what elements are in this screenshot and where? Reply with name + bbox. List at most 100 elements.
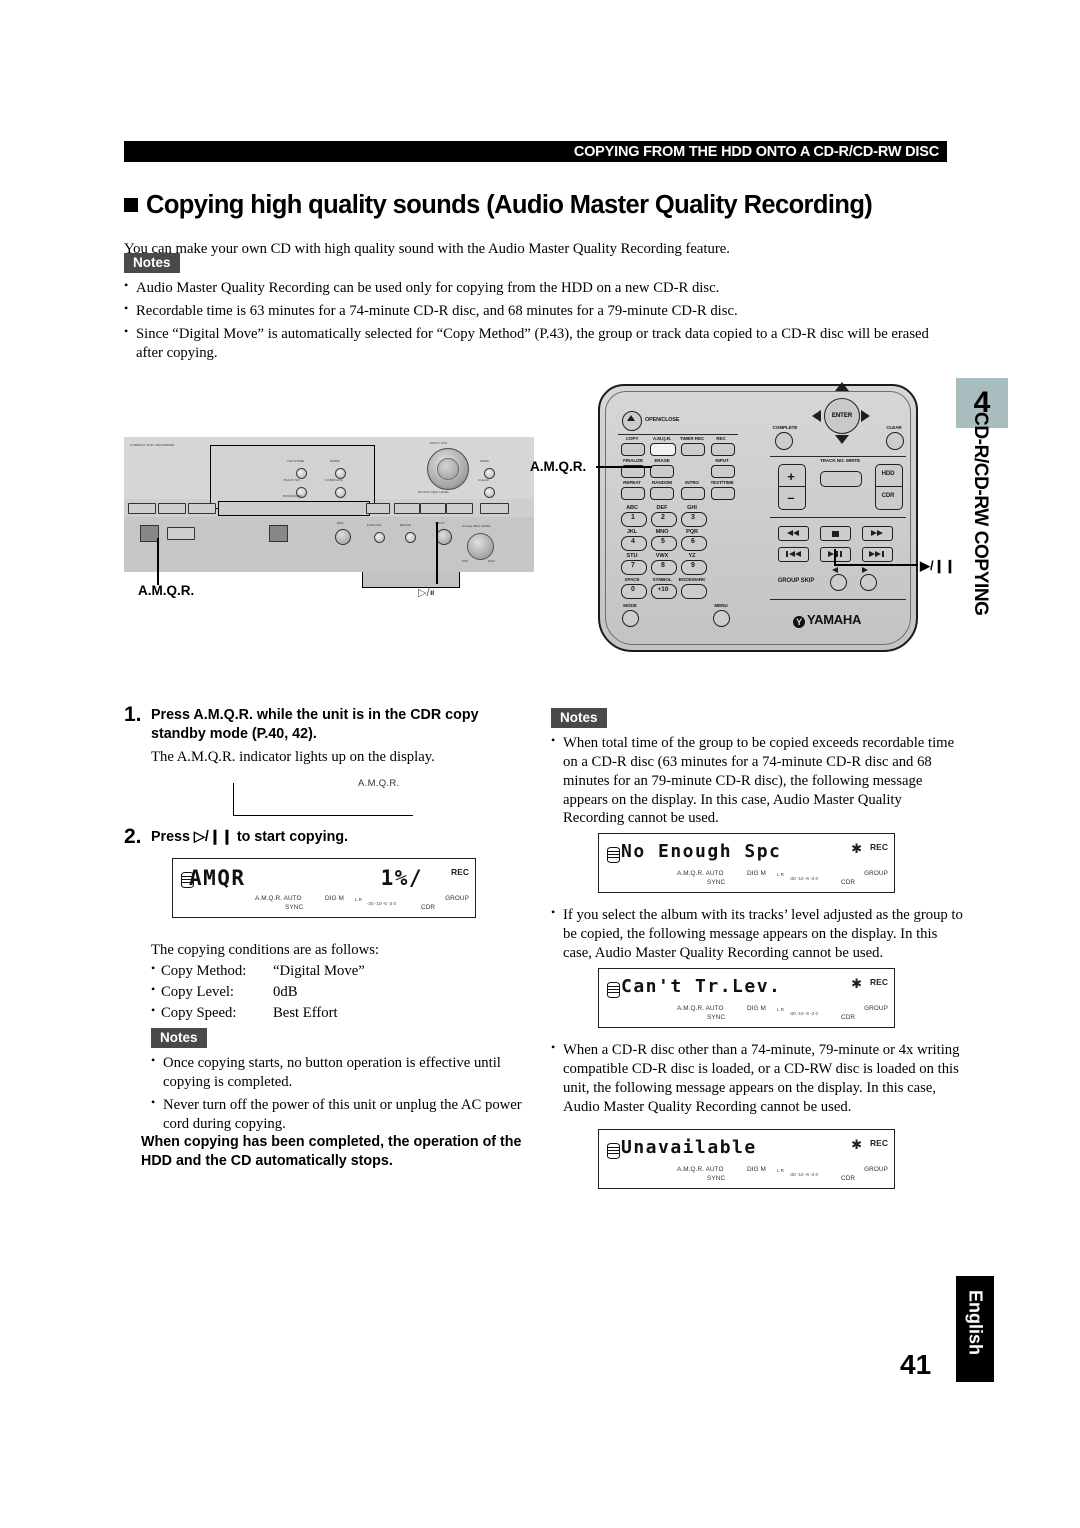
remote-erase-button[interactable] [650,465,674,478]
remote-clear-button[interactable] [886,432,904,450]
bold-completion-note: When copying has been completed, the ope… [141,1134,522,1169]
remote-key-bookmark[interactable] [681,584,707,599]
remote-open-close-button[interactable] [622,411,642,431]
remote-enter-button[interactable]: ENTER [824,398,860,434]
remote-repeat-label: REPEAT [623,480,641,485]
remote-stop-button[interactable] [820,526,851,541]
unit-play-pause-button[interactable] [446,503,473,514]
notes-chip: Notes [124,253,180,274]
copy-condition-value: “Digital Move” [273,962,365,979]
remote-key-5-digit: 5 [661,538,665,545]
dpad-up-arrow-icon[interactable] [835,382,849,391]
remote-mode-button[interactable] [622,610,639,627]
dpad-right-arrow-icon[interactable] [861,410,870,422]
unit-erase-button[interactable] [405,532,416,543]
unit-skip-fwd-button[interactable] [420,503,446,514]
unit-display-window [210,445,375,509]
step-2: 2. Press ▷/❙❙ to start copying. [124,825,524,848]
unit-input-jack[interactable] [436,529,452,545]
unit-copy-button[interactable] [188,503,216,514]
note-item: Recordable time is 63 minutes for a 74-m… [124,301,946,321]
notes-block-top: Notes Audio Master Quality Recording can… [124,253,946,366]
unit-jog-label: MULTI JOG [430,441,448,445]
unit-multi-jog-dial[interactable] [427,448,469,490]
dpad-left-arrow-icon[interactable] [812,410,821,422]
display-unavailable-main-text: Unavailable [621,1137,757,1158]
callout-line-amqr-indicator-v [233,783,235,816]
unit-open-close-button[interactable] [366,503,390,514]
remote-random-button[interactable] [650,487,674,500]
note-item: If you select the album with its tracks’… [551,905,963,963]
callout-line-playpause-remote-h [834,564,918,566]
remote-minus-symbol: – [787,490,795,505]
remote-skip-fwd-button[interactable] [862,547,893,562]
remote-rec-button[interactable] [711,443,735,456]
remote-timer-rec-button[interactable] [681,443,705,456]
notes-list-left-bottom: Once copying starts, no button operation… [151,1053,533,1133]
remote-dpad[interactable]: ENTER [810,382,872,448]
display-level-scale: -30 -10 -6 -2 0 [789,1172,819,1177]
remote-skip-back-button[interactable] [778,547,809,562]
remote-key-letters: JKL [626,529,638,535]
copy-condition-key: Copy Method: [161,962,247,979]
display-amqr-indicator-digm: DIG M [325,895,344,902]
unit-clear-button[interactable] [484,487,495,498]
unit-erase-label: ERASE [400,523,411,527]
hdd-indicator-icon [607,847,620,863]
display-amqr-indicator-cdr: CDR [421,904,436,911]
remote-group-skip-back-button[interactable] [830,574,847,591]
unit-skip-back-button[interactable] [394,503,420,514]
remote-key-letters: STU [626,553,638,559]
remote-complete-button[interactable] [775,432,793,450]
remote-key-letters: SPACE [624,577,640,582]
step-1-text: Press A.M.Q.R. while the unit is in the … [151,707,479,742]
remote-rewind-button[interactable] [778,526,809,541]
remote-key-letters: YZ [688,553,696,559]
unit-button-a[interactable] [128,503,156,514]
unit-phones-label: REC [337,521,344,525]
remote-group-skip-fwd-button[interactable] [860,574,877,591]
remote-amqr-callout: A.M.Q.R. [530,459,587,474]
unit-stop-button[interactable] [480,503,509,514]
unit-analog-rec-level-knob[interactable] [467,533,494,560]
display-level-scale: -30 -10 -6 -2 0 [789,876,819,881]
remote-track-no-write-button[interactable] [820,471,862,487]
remote-amqr-button[interactable] [650,443,676,456]
remote-divider-2 [770,456,906,457]
remote-text-time-button[interactable] [711,487,735,500]
rec-blink-star-icon: ✱ [851,1138,862,1153]
display-panel-amqr: AMQR 1%/ REC A.M.Q.R. AUTO SYNC DIG M L … [172,858,476,918]
group-skip-fwd-arrow-icon [862,567,868,573]
notes-chip: Notes [551,708,607,729]
remote-divider-4 [770,599,906,600]
display-indicator-lr: L R [777,1007,784,1012]
unit-button-b[interactable] [158,503,186,514]
unit-phones-jack[interactable] [335,529,351,545]
remote-plus-symbol: + [787,469,795,484]
remote-repeat-button[interactable] [621,487,645,500]
step-2-text: Press ▷/❙❙ to start copying. [151,829,349,845]
display-indicator-top: A.M.Q.R. AUTO [677,870,724,877]
unit-finalize-button[interactable] [374,532,385,543]
display-panel-no-enough-space: No Enough Spc ✱ REC A.M.Q.R. AUTO SYNC D… [598,833,895,893]
display-indicator-digm: DIG M [747,1005,766,1012]
remote-input-button[interactable] [711,465,735,478]
display-indicator-sync: SYNC [707,879,726,886]
right-note-3: When a CD-R disc other than a 74-minute,… [551,1040,963,1117]
unit-amqr-button[interactable] [167,527,195,540]
remote-key-letters: DEF [656,505,668,511]
remote-divider-3 [770,517,906,518]
remote-menu-button[interactable] [713,610,730,627]
remote-fastforward-button[interactable] [862,526,893,541]
remote-intro-button[interactable] [681,487,705,500]
remote-copy-button[interactable] [621,443,645,456]
unit-complete-button[interactable] [335,487,346,498]
callout-line-amqr-remote [596,466,652,468]
unit-text-time-label: TEXT/TIME [287,459,305,463]
copy-conditions-lead: The copying conditions are as follows: [151,942,380,958]
remote-key-4-digit: 4 [631,538,635,545]
display-indicator-cdr: CDR [841,1175,856,1182]
display-indicator-top: A.M.Q.R. AUTO [677,1005,724,1012]
rec-blink-star-icon: ✱ [851,977,862,992]
dpad-down-arrow-icon[interactable] [835,435,849,444]
